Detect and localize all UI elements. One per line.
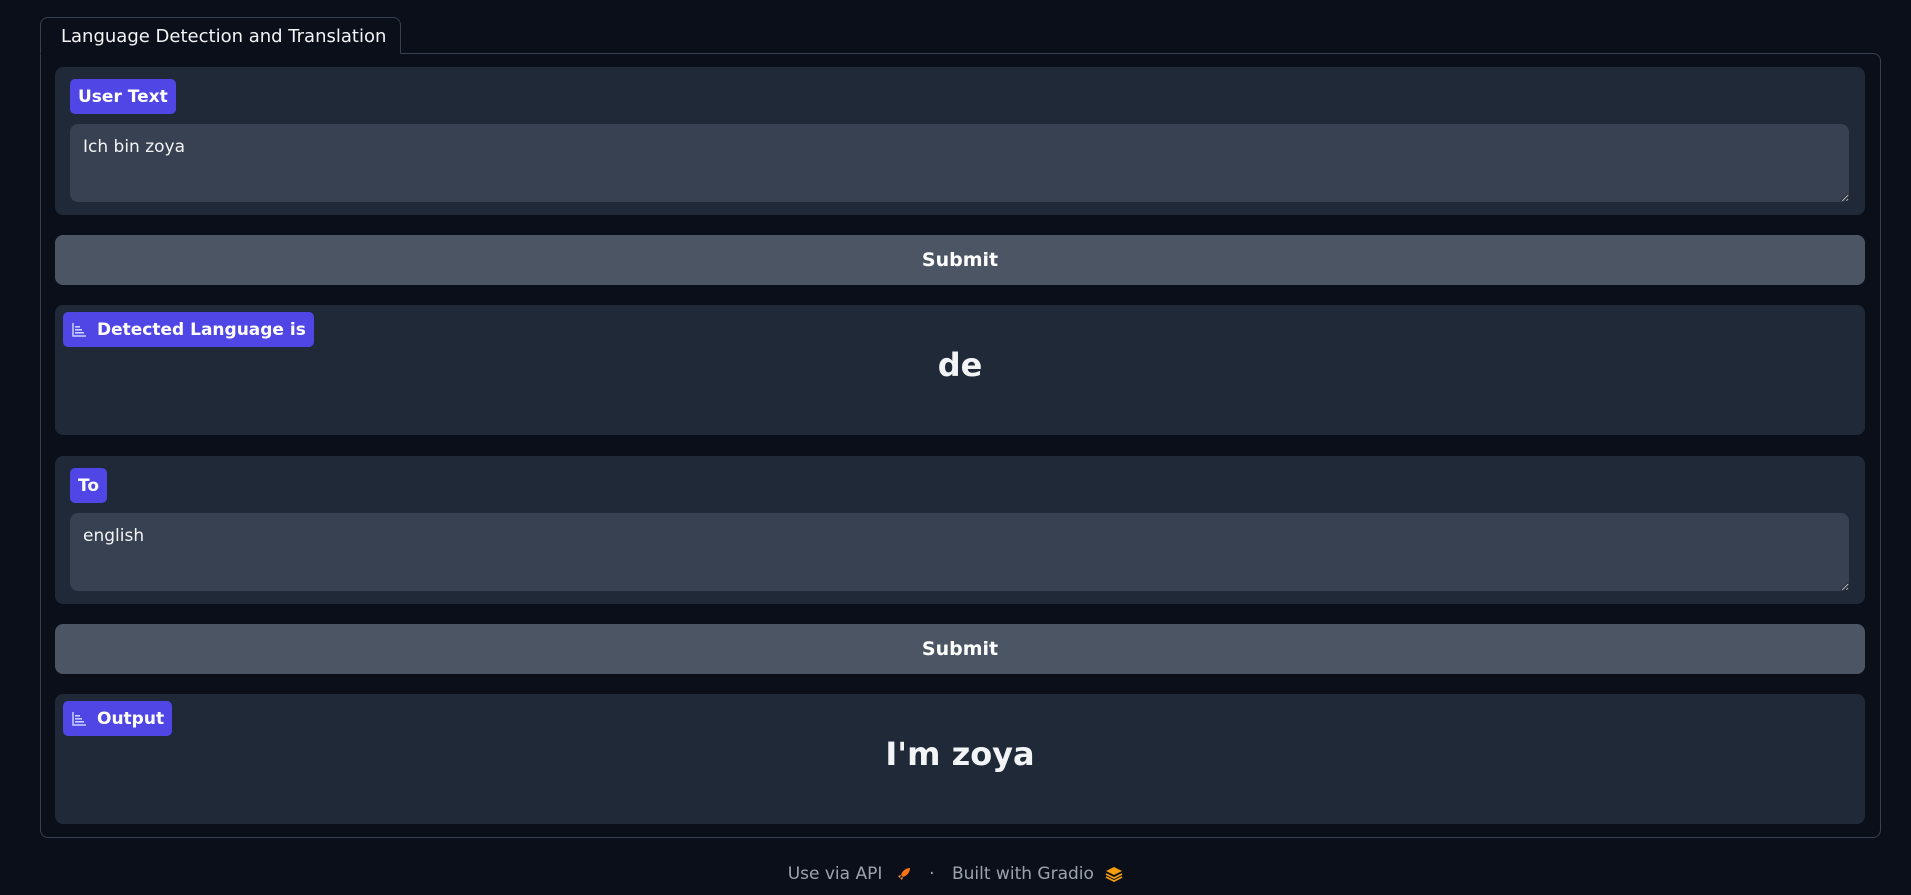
- bar-chart-icon: [72, 322, 86, 337]
- user-text-label: User Text: [70, 79, 176, 114]
- user-text-input[interactable]: Ich bin zoya: [70, 124, 1849, 202]
- built-with-gradio-link[interactable]: Built with Gradio: [952, 864, 1094, 884]
- use-via-api-link[interactable]: Use via API: [788, 864, 883, 884]
- footer: Use via API · Built with Gradio: [0, 864, 1911, 884]
- detected-language-block: Detected Language is de: [55, 305, 1865, 435]
- rocket-icon: [897, 868, 910, 880]
- detected-language-value: de: [937, 346, 983, 384]
- detected-language-label-text: Detected Language is: [97, 319, 306, 340]
- output-label: Output: [63, 701, 173, 736]
- submit-button-detect[interactable]: Submit: [55, 235, 1865, 285]
- to-label: To: [70, 468, 108, 503]
- detected-language-label: Detected Language is: [63, 312, 314, 347]
- tab-language-detection[interactable]: Language Detection and Translation: [40, 17, 401, 54]
- output-value: I'm zoya: [885, 735, 1035, 773]
- to-block: To english: [55, 456, 1865, 604]
- user-text-block: User Text Ich bin zoya: [55, 67, 1865, 215]
- gradio-logo-icon: [1105, 867, 1123, 883]
- bar-chart-icon: [72, 711, 86, 726]
- to-language-input[interactable]: english: [70, 513, 1849, 591]
- submit-button-translate[interactable]: Submit: [55, 624, 1865, 674]
- footer-separator: ·: [929, 864, 935, 884]
- output-label-text: Output: [97, 708, 165, 729]
- output-block: Output I'm zoya: [55, 694, 1865, 824]
